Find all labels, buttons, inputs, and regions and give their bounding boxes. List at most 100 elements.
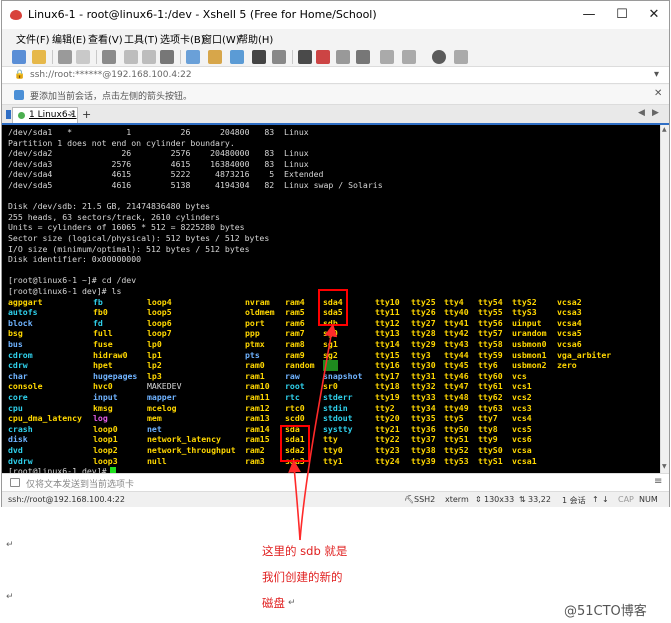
ls-entry-tty55: tty55 [478, 307, 503, 318]
status-num: NUM [639, 495, 658, 504]
ls-entry-vcs: vcs [512, 370, 527, 381]
menu-tools[interactable]: 工具(T) [124, 31, 158, 46]
chevron-down-icon[interactable]: ▾ [654, 69, 659, 80]
status-terminal-size: 130x33 [484, 495, 515, 504]
ls-entry-char: char [8, 370, 28, 381]
menu-lines-icon[interactable]: ≡ [654, 476, 662, 487]
tab-linux6-1[interactable]: 1 Linux6-1 × [12, 107, 78, 123]
ls-entry-tty37: tty37 [411, 434, 436, 445]
xftp-icon[interactable] [298, 50, 312, 64]
terminal-prompt: [root@linux6-1 dev]# [8, 466, 112, 473]
status-arrow-icon: ↓ [602, 495, 609, 504]
add-tab-icon[interactable]: + [82, 108, 91, 121]
session-hint-icon [14, 90, 24, 100]
ls-entry-ram8: ram8 [285, 339, 305, 349]
ls-entry-block: block [8, 317, 33, 328]
ls-entry-tty62: tty62 [478, 392, 503, 402]
xshell-app-icon [10, 10, 22, 20]
find-icon[interactable] [160, 50, 174, 64]
compose-icon[interactable] [380, 50, 394, 64]
status-terminal-type: xterm [445, 495, 469, 504]
watermark: @51CTO博客 [564, 604, 647, 619]
terminal-scrollbar[interactable]: ▲ ▼ [660, 125, 669, 473]
hint-text: 要添加当前会话，点击左侧的箭头按钮。 [30, 92, 193, 102]
globe-icon[interactable] [230, 50, 244, 64]
status-arrow-icon: ↑ [592, 495, 599, 504]
ls-entry-vcs1: vcs1 [512, 381, 532, 392]
close-button[interactable]: ✕ [639, 5, 669, 25]
ls-entry-vcsa3: vcsa3 [557, 307, 582, 318]
compose-input-bar[interactable]: 仅将文本发送到当前选项卡 ≡ [2, 473, 669, 491]
terminal-line: Disk /dev/sdb: 21.5 GB, 21474836480 byte… [8, 201, 211, 212]
ls-entry-tty7: tty7 [478, 413, 498, 424]
tab-next-icon[interactable]: ▶ [652, 108, 659, 118]
ls-entry-tty58: tty58 [478, 339, 503, 349]
ls-entry-scd0: scd0 [285, 413, 305, 424]
menu-file[interactable]: 文件(F) [16, 31, 50, 46]
terminal-line: /dev/sda2 26 2576 20480000 83 Linux [8, 148, 309, 159]
ls-entry-vcsa1: vcsa1 [512, 455, 537, 466]
maximize-button[interactable]: ☐ [607, 5, 637, 25]
ls-entry-tty12: tty12 [375, 317, 400, 328]
ls-entry-tty43: tty43 [444, 339, 469, 349]
lock-icon: 🔒 [14, 70, 26, 80]
properties-icon[interactable] [102, 50, 116, 64]
copy-icon[interactable] [124, 50, 138, 64]
ls-entry-kmsg: kmsg [93, 402, 113, 413]
ls-entry-nvram: nvram [245, 296, 270, 307]
ls-entry-ram3: ram3 [245, 455, 265, 466]
tab-close-icon[interactable]: × [68, 109, 76, 120]
font-icon[interactable] [252, 50, 266, 64]
new-session-icon[interactable] [12, 50, 26, 64]
ls-entry-oldmem: oldmem [245, 307, 275, 318]
open-folder-icon[interactable] [32, 50, 46, 64]
close-hint-icon[interactable]: ✕ [654, 88, 662, 99]
ls-entry-console: console [8, 381, 43, 392]
ls-entry-ram11: ram11 [245, 392, 270, 402]
disconnect-icon[interactable] [76, 50, 90, 64]
reconnect-icon[interactable] [58, 50, 72, 64]
annotation-line-2: 我们创建的新的 [262, 570, 343, 584]
more-tools-icon[interactable] [454, 50, 468, 64]
fullscreen-icon[interactable] [186, 50, 200, 64]
ls-entry-zero: zero [557, 360, 577, 371]
scroll-down-icon[interactable]: ▼ [662, 463, 667, 470]
ls-entry-tty3: tty3 [411, 349, 431, 360]
color-scheme-icon[interactable] [208, 50, 222, 64]
menu-help[interactable]: 帮助(H) [238, 31, 273, 46]
paragraph-mark-icon: ↵ [6, 592, 14, 602]
ls-entry-full: full [93, 328, 113, 339]
menu-tabs[interactable]: 选项卡(B) [160, 31, 205, 46]
script-icon[interactable] [336, 50, 350, 64]
layout-icon[interactable] [402, 50, 416, 64]
ls-entry-tty54: tty54 [478, 296, 503, 307]
ls-entry-tty0: tty0 [323, 445, 343, 455]
minimize-button[interactable]: — [574, 5, 604, 25]
address-bar[interactable]: 🔒 ssh://root:******@192.168.100.4:22 ▾ [2, 67, 669, 84]
ls-entry-urandom: urandom [512, 328, 547, 339]
ls-entry-tty25: tty25 [411, 296, 436, 307]
ls-entry-tty29: tty29 [411, 339, 436, 349]
ls-entry-loop5: loop5 [147, 307, 172, 318]
ls-entry-tty10: tty10 [375, 296, 400, 307]
ls-entry-tty24: tty24 [375, 455, 400, 466]
xmanager-icon[interactable] [316, 50, 330, 64]
tab-bar: 1 Linux6-1 × + ◀ ▶ [2, 105, 669, 125]
ls-entry-tty41: tty41 [444, 317, 469, 328]
ls-entry-ram1: ram1 [245, 370, 265, 381]
ls-entry-tty17: tty17 [375, 370, 400, 381]
menu-edit[interactable]: 编辑(E) [52, 31, 86, 46]
tab-prev-icon[interactable]: ◀ [638, 108, 645, 118]
ls-entry-tty59: tty59 [478, 349, 503, 360]
keyboard-icon[interactable] [356, 50, 370, 64]
transfer-icon[interactable] [272, 50, 286, 64]
menu-window[interactable]: 窗口(W) [202, 31, 240, 46]
help-icon[interactable] [432, 50, 446, 64]
menu-view[interactable]: 查看(V) [88, 31, 123, 46]
scroll-up-icon[interactable]: ▲ [662, 126, 667, 133]
paste-icon[interactable] [142, 50, 156, 64]
ls-entry-tty20: tty20 [375, 413, 400, 424]
ls-entry-rtc: rtc [285, 392, 300, 402]
ls-entry-shm: shm [323, 360, 338, 372]
ls-entry-tty27: tty27 [411, 317, 436, 328]
